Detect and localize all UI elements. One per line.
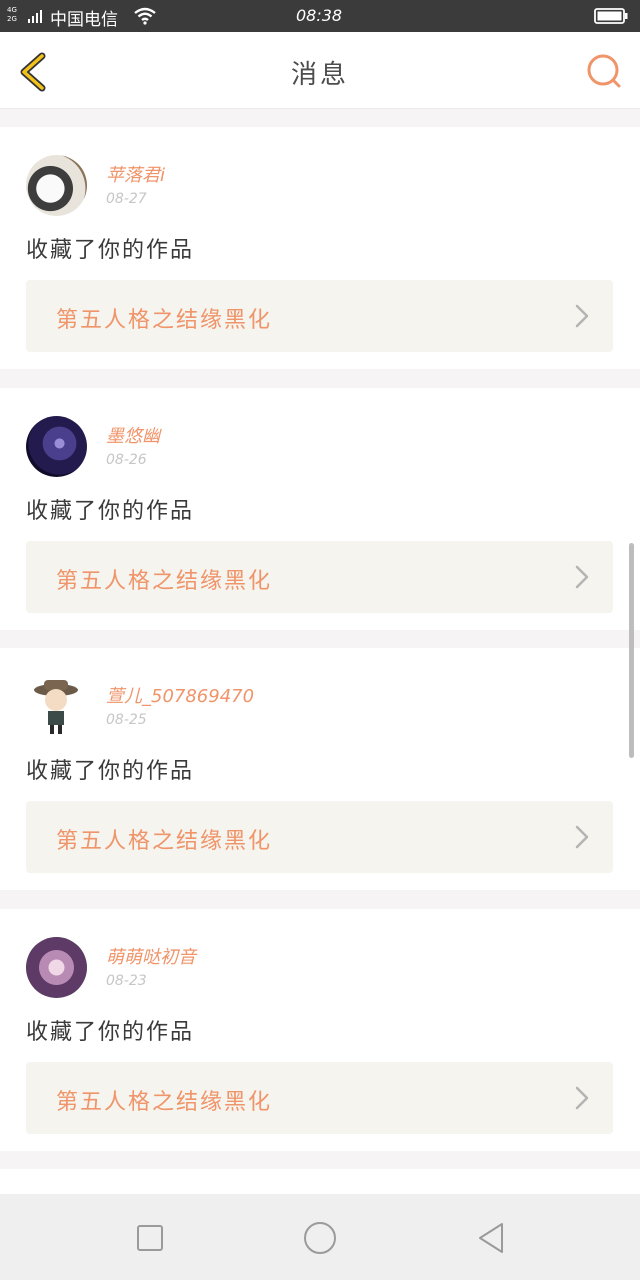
- message-card: 苹落君i 08-27 收藏了你的作品 第五人格之结缘黑化: [0, 127, 640, 369]
- app-header: 消息: [0, 32, 640, 109]
- network-2g-label: 2G: [7, 15, 17, 23]
- action-text: 收藏了你的作品: [26, 1020, 195, 1045]
- signal-icon: [28, 10, 44, 23]
- system-nav-bar: [0, 1194, 640, 1280]
- chibi-character-avatar[interactable]: [26, 676, 87, 737]
- work-title: 第五人格之结缘黑化: [56, 829, 273, 854]
- chevron-right-icon: [575, 825, 589, 849]
- message-date: 08-26: [106, 452, 147, 468]
- username[interactable]: 苹落君i: [106, 161, 165, 187]
- carrier-name: 中国电信: [50, 10, 118, 30]
- work-title: 第五人格之结缘黑化: [56, 1090, 273, 1115]
- chevron-right-icon: [575, 304, 589, 328]
- work-link[interactable]: 第五人格之结缘黑化: [26, 280, 613, 352]
- network-type: 4G 2G: [7, 6, 17, 24]
- clock: 08:38: [296, 6, 343, 25]
- work-title: 第五人格之结缘黑化: [56, 308, 273, 333]
- anime-girl-avatar[interactable]: [26, 937, 87, 998]
- page-title: 消息: [290, 60, 349, 90]
- work-link[interactable]: 第五人格之结缘黑化: [26, 1062, 613, 1134]
- username[interactable]: 萱儿_507869470: [106, 682, 254, 708]
- action-text: 收藏了你的作品: [26, 759, 195, 784]
- username[interactable]: 墨悠幽: [106, 422, 160, 448]
- network-4g-label: 4G: [7, 6, 17, 14]
- search-icon[interactable]: [584, 52, 624, 92]
- message-date: 08-27: [106, 191, 147, 207]
- message-date: 08-23: [106, 973, 147, 989]
- message-card: 萱儿_507869470 08-25 收藏了你的作品 第五人格之结缘黑化: [0, 648, 640, 890]
- cat-avatar[interactable]: [26, 155, 87, 216]
- message-card: 墨悠幽 08-26 收藏了你的作品 第五人格之结缘黑化: [0, 388, 640, 630]
- wifi-icon: [134, 7, 156, 25]
- battery-icon: [594, 8, 628, 24]
- scrollbar[interactable]: [629, 543, 634, 758]
- work-title: 第五人格之结缘黑化: [56, 569, 273, 594]
- status-bar: 4G 2G 中国电信 08:38: [0, 0, 640, 32]
- message-card: 萌萌哒初音 08-23 收藏了你的作品 第五人格之结缘黑化: [0, 909, 640, 1151]
- chibi-character-icon: [34, 680, 78, 734]
- work-link[interactable]: 第五人格之结缘黑化: [26, 801, 613, 873]
- message-date: 08-25: [106, 712, 147, 728]
- username[interactable]: 萌萌哒初音: [106, 943, 196, 969]
- dark-anime-avatar[interactable]: [26, 416, 87, 477]
- back-triangle-icon[interactable]: [472, 1218, 512, 1258]
- work-link[interactable]: 第五人格之结缘黑化: [26, 541, 613, 613]
- chevron-right-icon: [575, 565, 589, 589]
- home-icon[interactable]: [300, 1218, 340, 1258]
- chevron-right-icon: [575, 1086, 589, 1110]
- action-text: 收藏了你的作品: [26, 238, 195, 263]
- recent-apps-icon[interactable]: [130, 1218, 170, 1258]
- action-text: 收藏了你的作品: [26, 499, 195, 524]
